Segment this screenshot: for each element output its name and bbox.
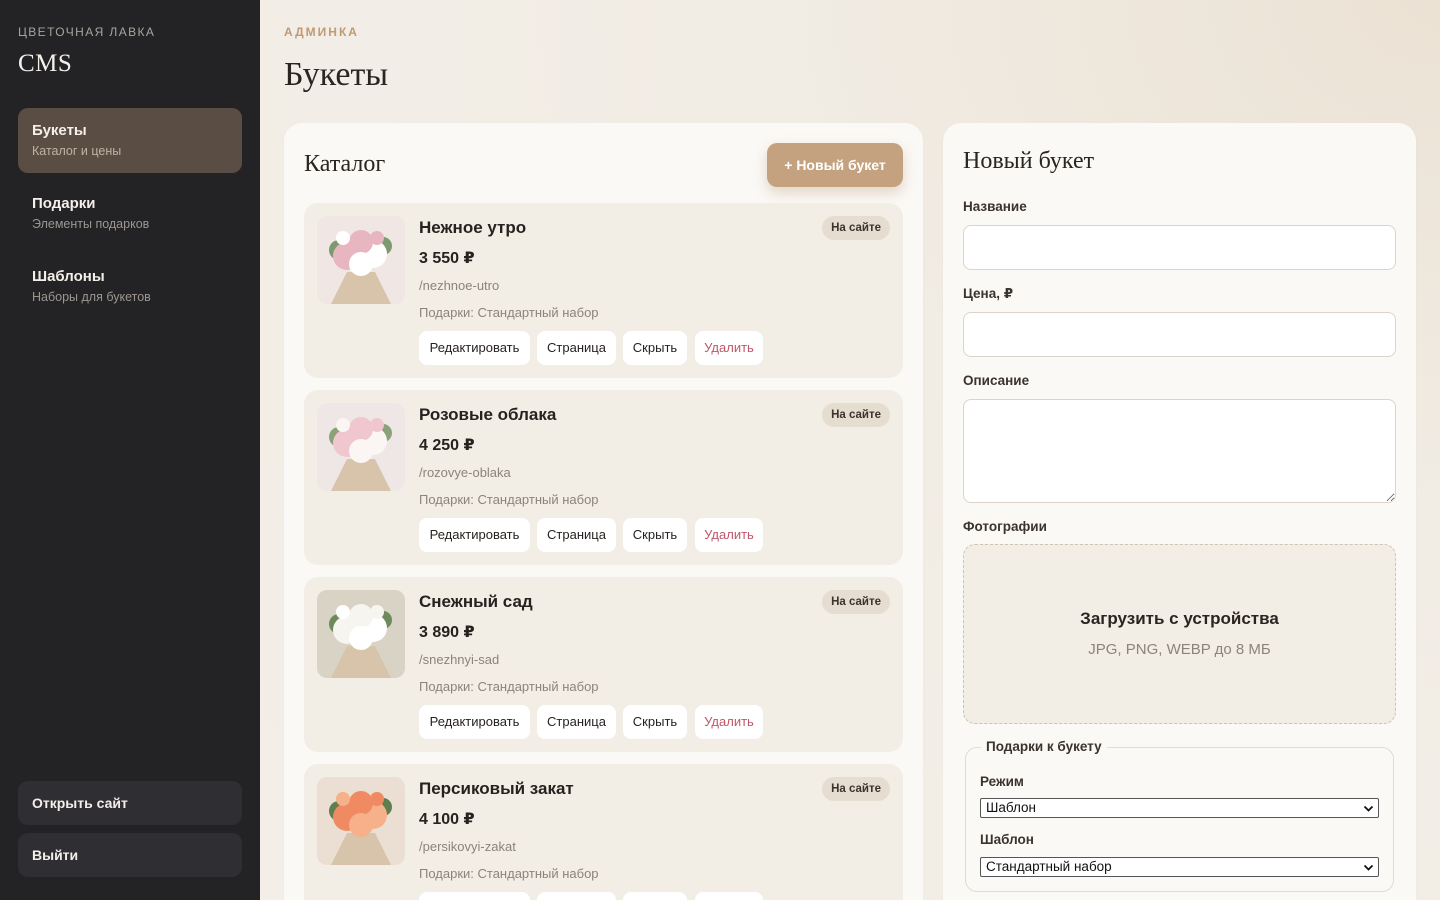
name-input[interactable] bbox=[963, 225, 1396, 270]
bouquet-gifts: Подарки: Стандартный набор bbox=[419, 492, 599, 507]
page-kicker: АДМИНКА bbox=[284, 25, 359, 39]
sidebar: ЦВЕТОЧНАЯ ЛАВКА CMS Букеты Каталог и цен… bbox=[0, 0, 260, 900]
sidebar-item-sublabel: Каталог и цены bbox=[32, 144, 122, 158]
open-site-button[interactable]: Открыть сайт bbox=[18, 781, 242, 825]
brand-title: CMS bbox=[18, 50, 73, 77]
template-label: Шаблон bbox=[980, 832, 1034, 847]
sidebar-item-sublabel: Наборы для букетов bbox=[32, 290, 151, 304]
bouquet-name: Персиковый закат bbox=[419, 779, 574, 798]
delete-button[interactable]: Удалить bbox=[695, 892, 763, 900]
description-label: Описание bbox=[963, 373, 1030, 388]
hide-button[interactable]: Скрыть bbox=[623, 705, 687, 739]
bouquet-gifts: Подарки: Стандартный набор bbox=[419, 305, 599, 320]
bouquet-slug: /snezhnyi-sad bbox=[419, 652, 500, 667]
bouquet-gifts: Подарки: Стандартный набор bbox=[419, 866, 599, 881]
bouquet-card: Персиковый закат 4 100 ₽ /persikovyi-zakat… bbox=[304, 764, 903, 900]
page-button[interactable]: Страница bbox=[537, 892, 616, 900]
sidebar-item-templates[interactable]: Шаблоны Наборы для букетов bbox=[18, 254, 242, 319]
bouquet-card: Нежное утро 3 550 ₽ /nezhnoe-utro Подарки: … bbox=[304, 203, 903, 378]
status-badge: На сайте bbox=[822, 216, 890, 240]
mode-label: Режим bbox=[980, 774, 1024, 789]
chevron-down-icon bbox=[1363, 805, 1374, 812]
gifts-legend: Подарки к букету bbox=[981, 739, 1107, 754]
sidebar-item-label: Подарки bbox=[32, 195, 96, 212]
photos-label: Фотографии bbox=[963, 519, 1047, 534]
page-button[interactable]: Страница bbox=[537, 705, 616, 739]
edit-button[interactable]: Редактировать bbox=[419, 892, 530, 900]
form-title: Новый букет bbox=[963, 148, 1095, 174]
delete-button[interactable]: Удалить bbox=[695, 705, 763, 739]
upload-hint: JPG, PNG, WEBP до 8 МБ bbox=[1088, 641, 1271, 658]
mode-select[interactable]: Шаблон bbox=[980, 798, 1379, 818]
hide-button[interactable]: Скрыть bbox=[623, 518, 687, 552]
bouquet-slug: /rozovye-oblaka bbox=[419, 465, 511, 480]
bouquet-price: 3 890 ₽ bbox=[419, 624, 475, 641]
template-select-value: Стандартный набор bbox=[986, 859, 1112, 874]
bouquet-card: Розовые облака 4 250 ₽ /rozovye-oblaka Пода… bbox=[304, 390, 903, 565]
bouquet-slug: /persikovyi-zakat bbox=[419, 839, 516, 854]
bouquet-photo bbox=[317, 777, 405, 865]
bouquet-price: 3 550 ₽ bbox=[419, 250, 475, 267]
edit-button[interactable]: Редактировать bbox=[419, 331, 530, 365]
sidebar-item-bouquets[interactable]: Букеты Каталог и цены bbox=[18, 108, 242, 173]
delete-button[interactable]: Удалить bbox=[695, 518, 763, 552]
status-badge: На сайте bbox=[822, 590, 890, 614]
page-title: Букеты bbox=[284, 56, 389, 93]
price-input[interactable] bbox=[963, 312, 1396, 357]
hide-button[interactable]: Скрыть bbox=[623, 331, 687, 365]
status-badge: На сайте bbox=[822, 403, 890, 427]
page-button[interactable]: Страница bbox=[537, 518, 616, 552]
template-select[interactable]: Стандартный набор bbox=[980, 857, 1379, 877]
photo-upload-dropzone[interactable]: Загрузить с устройства JPG, PNG, WEBP до… bbox=[963, 544, 1396, 724]
bouquet-slug: /nezhnoe-utro bbox=[419, 278, 500, 293]
mode-select-value: Шаблон bbox=[986, 800, 1036, 815]
edit-button[interactable]: Редактировать bbox=[419, 518, 530, 552]
hide-button[interactable]: Скрыть bbox=[623, 892, 687, 900]
page-button[interactable]: Страница bbox=[537, 331, 616, 365]
price-label: Цена, ₽ bbox=[963, 286, 1014, 301]
chevron-down-icon bbox=[1363, 864, 1374, 871]
bouquet-price: 4 100 ₽ bbox=[419, 811, 475, 828]
bouquet-card: Снежный сад 3 890 ₽ /snezhnyi-sad Подарки: … bbox=[304, 577, 903, 752]
logout-button[interactable]: Выйти bbox=[18, 833, 242, 877]
catalog-title: Каталог bbox=[304, 151, 386, 177]
bouquet-name: Снежный сад bbox=[419, 592, 533, 611]
bouquet-photo bbox=[317, 403, 405, 491]
upload-title: Загрузить с устройства bbox=[1080, 609, 1279, 628]
status-badge: На сайте bbox=[822, 777, 890, 801]
name-label: Название bbox=[963, 199, 1027, 214]
bouquet-name: Нежное утро bbox=[419, 218, 527, 237]
bouquet-name: Розовые облака bbox=[419, 405, 557, 424]
delete-button[interactable]: Удалить bbox=[695, 331, 763, 365]
brand-subtitle: ЦВЕТОЧНАЯ ЛАВКА bbox=[18, 25, 156, 39]
sidebar-item-label: Букеты bbox=[32, 122, 87, 139]
bouquet-gifts: Подарки: Стандартный набор bbox=[419, 679, 599, 694]
sidebar-item-label: Шаблоны bbox=[32, 268, 105, 285]
bouquet-photo bbox=[317, 216, 405, 304]
bouquet-photo bbox=[317, 590, 405, 678]
edit-button[interactable]: Редактировать bbox=[419, 705, 530, 739]
sidebar-item-sublabel: Элементы подарков bbox=[32, 217, 150, 231]
new-bouquet-button[interactable]: + Новый букет bbox=[767, 143, 903, 187]
description-textarea[interactable] bbox=[963, 399, 1396, 503]
bouquet-price: 4 250 ₽ bbox=[419, 437, 475, 454]
sidebar-item-gifts[interactable]: Подарки Элементы подарков bbox=[18, 181, 242, 246]
